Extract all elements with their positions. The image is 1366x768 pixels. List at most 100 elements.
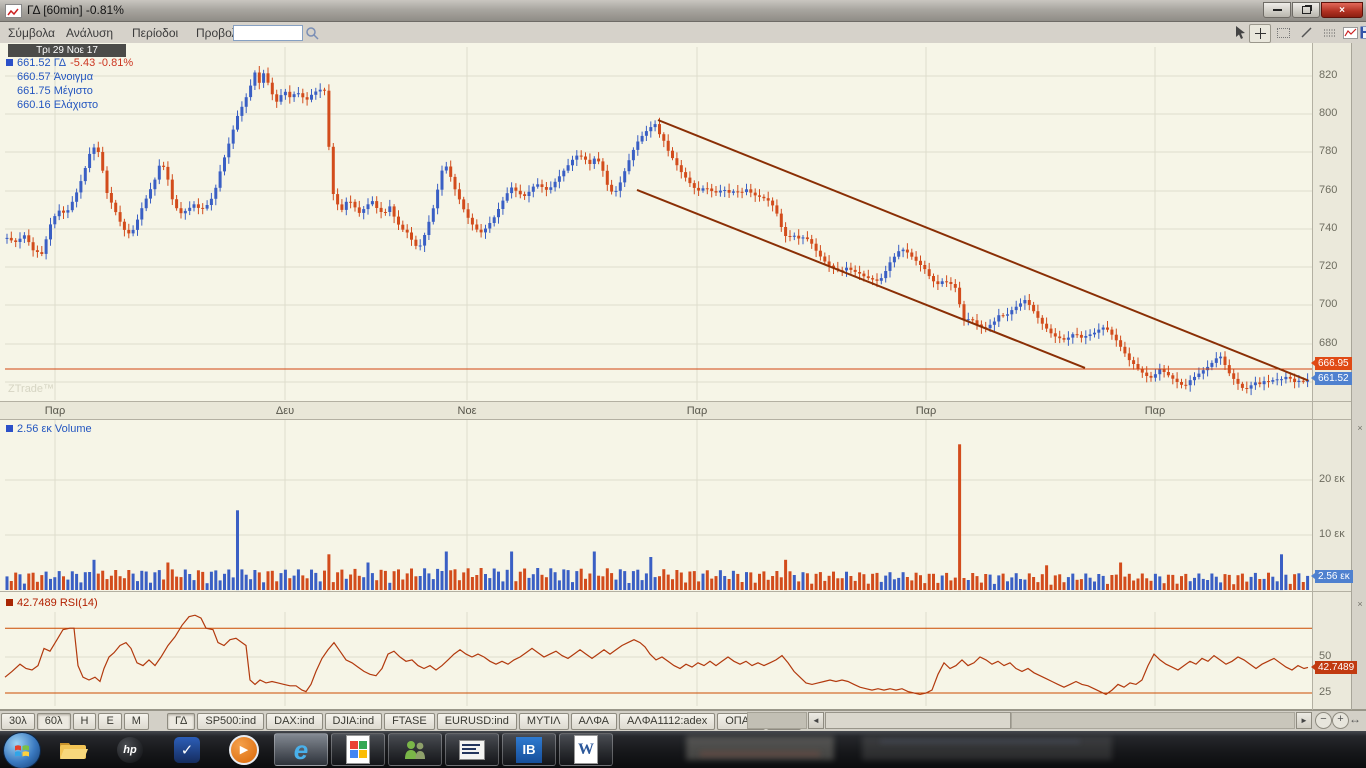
price-tick: 740	[1319, 222, 1337, 234]
taskbar-hp[interactable]: hp	[103, 733, 157, 766]
taskbar-interactive-brokers[interactable]: IB	[502, 733, 556, 766]
tab-symbol-sp500[interactable]: SP500:ind	[197, 713, 264, 730]
tab-period-60min[interactable]: 60λ	[37, 713, 71, 730]
fit-width-button[interactable]: ↔	[1349, 712, 1361, 726]
start-button[interactable]	[3, 732, 41, 768]
ztrade-application-window: ΓΔ [60min] -0.81% × Σύμβολα Ανάλυση Περί…	[0, 0, 1366, 768]
taskbar-microsoft-word[interactable]: W	[559, 733, 613, 766]
taskbar-ztrade-document[interactable]	[445, 733, 499, 766]
rsi-tag: 42.7489	[1315, 661, 1357, 674]
zoom-in-button[interactable]: +	[1332, 712, 1349, 729]
volume-legend: 2.56 εκ Volume	[6, 423, 92, 436]
legend-low: 660.16 Ελάχιστο	[17, 99, 98, 112]
tab-period-30min[interactable]: 30λ	[1, 713, 35, 730]
price-tick: 780	[1319, 145, 1337, 157]
window-title: ΓΔ [60min] -0.81%	[27, 3, 124, 17]
taskbar-checkmark-app[interactable]: ✓	[160, 733, 214, 766]
folder-icon	[58, 738, 88, 762]
x-tick: Παρ	[916, 405, 937, 417]
taskbar-google-page[interactable]	[331, 733, 385, 766]
price-tick: 680	[1319, 337, 1337, 349]
tab-symbol-gd[interactable]: ΓΔ	[167, 713, 195, 730]
close-button[interactable]: ×	[1321, 2, 1363, 18]
tab-symbol-dax[interactable]: DAX:ind	[266, 713, 322, 730]
checkmark-icon: ✓	[174, 737, 200, 763]
tab-scrollbar-track[interactable]	[1011, 712, 1295, 729]
crosshair-date-header: Τρι 29 Νοε 17	[8, 44, 126, 57]
taskbar-windows-explorer[interactable]	[46, 733, 100, 766]
tab-scrollbar-thumb[interactable]	[825, 712, 1011, 729]
x-tick: Παρ	[687, 405, 708, 417]
pointer-tool-icon[interactable]	[1229, 24, 1249, 41]
x-tick: Δευ	[276, 405, 294, 417]
symbol-search-input[interactable]	[233, 25, 303, 41]
menu-analysis[interactable]: Ανάλυση	[60, 25, 119, 41]
hp-icon: hp	[117, 737, 143, 763]
series-marker-icon	[6, 425, 13, 432]
trendline-tool-icon[interactable]	[1296, 24, 1316, 41]
taskbar-internet-explorer[interactable]: e	[274, 733, 328, 766]
close-icon: ×	[1339, 5, 1345, 16]
series-marker-icon	[6, 59, 13, 66]
price-tick: 720	[1319, 260, 1337, 272]
zoom-out-button[interactable]: −	[1315, 712, 1332, 729]
last-price-tag: 661.52	[1315, 372, 1352, 385]
taskbar-windows-live-messenger[interactable]	[388, 733, 442, 766]
volume-tag: 2.56 εκ	[1315, 570, 1353, 583]
price-tick: 700	[1319, 298, 1337, 310]
price-tick: 800	[1319, 107, 1337, 119]
tab-period-month[interactable]: M	[124, 713, 149, 730]
ib-icon: IB	[516, 737, 542, 763]
volume-tick: 20 εκ	[1319, 473, 1345, 485]
taskbar-glass-reflection	[700, 752, 820, 756]
word-icon: W	[574, 735, 598, 764]
rsi-legend: 42.7489 RSI(14)	[6, 597, 98, 610]
restore-button[interactable]	[1292, 2, 1320, 18]
volume-pane-close-icon[interactable]: ×	[1355, 423, 1365, 433]
grid-tool-icon[interactable]	[1320, 24, 1340, 41]
x-tick: Παρ	[1145, 405, 1166, 417]
rsi-pane-close-icon[interactable]: ×	[1355, 599, 1365, 609]
tab-scroll-recess	[747, 712, 807, 729]
x-tick: Νοε	[458, 405, 477, 417]
tab-symbol-mytil[interactable]: ΜΥΤΙΛ	[519, 713, 569, 730]
x-tick: Παρ	[45, 405, 66, 417]
google-page-icon	[346, 735, 370, 764]
price-tick: 760	[1319, 184, 1337, 196]
chart-canvas	[0, 43, 1366, 731]
save-icon[interactable]	[1356, 24, 1366, 41]
tab-period-day[interactable]: H	[73, 713, 97, 730]
taskbar: hp ✓ ▶ e IB	[0, 731, 1366, 768]
price-tick: 820	[1319, 69, 1337, 81]
tab-symbol-alpha1112[interactable]: ΑΛΦΑ1112:adex	[619, 713, 715, 730]
tab-symbol-alpha[interactable]: ΑΛΦΑ	[571, 713, 617, 730]
ztrade-watermark: ZTrade™	[8, 383, 54, 395]
region-tool-icon[interactable]	[1273, 24, 1293, 41]
taskbar-glass-reflection	[880, 740, 1080, 743]
minimize-button[interactable]	[1263, 2, 1291, 18]
legend-open: 660.57 Άνοιγμα	[17, 71, 93, 84]
tab-symbol-ftase[interactable]: FTASE	[384, 713, 435, 730]
tab-period-week[interactable]: E	[98, 713, 121, 730]
taskbar-windows-media-player[interactable]: ▶	[217, 733, 271, 766]
app-chart-icon	[5, 4, 22, 18]
series-marker-icon	[6, 599, 13, 606]
tab-symbol-eurusd[interactable]: EURUSD:ind	[437, 713, 517, 730]
taskbar-glass-reflection	[686, 736, 834, 760]
window-titlebar: ΓΔ [60min] -0.81% ×	[0, 0, 1366, 22]
hline-price-tag: 666.95	[1315, 357, 1352, 370]
messenger-people-icon	[402, 738, 428, 762]
tab-scroll-right-icon[interactable]: ►	[1296, 712, 1312, 729]
media-player-icon: ▶	[229, 735, 259, 765]
menubar: Σύμβολα Ανάλυση Περίοδοι Προβολή	[0, 22, 1366, 44]
internet-explorer-icon: e	[294, 737, 308, 763]
tab-scroll-left-icon[interactable]: ◄	[808, 712, 824, 729]
rsi-tick: 25	[1319, 686, 1331, 698]
menu-symbols[interactable]: Σύμβολα	[2, 25, 61, 41]
document-icon	[459, 740, 485, 760]
tab-symbol-djia[interactable]: DJIA:ind	[325, 713, 383, 730]
menu-periods[interactable]: Περίοδοι	[126, 25, 184, 41]
legend-high: 661.75 Μέγιστο	[17, 85, 93, 98]
search-icon[interactable]	[302, 24, 322, 41]
crosshair-tool-icon[interactable]	[1249, 24, 1271, 43]
